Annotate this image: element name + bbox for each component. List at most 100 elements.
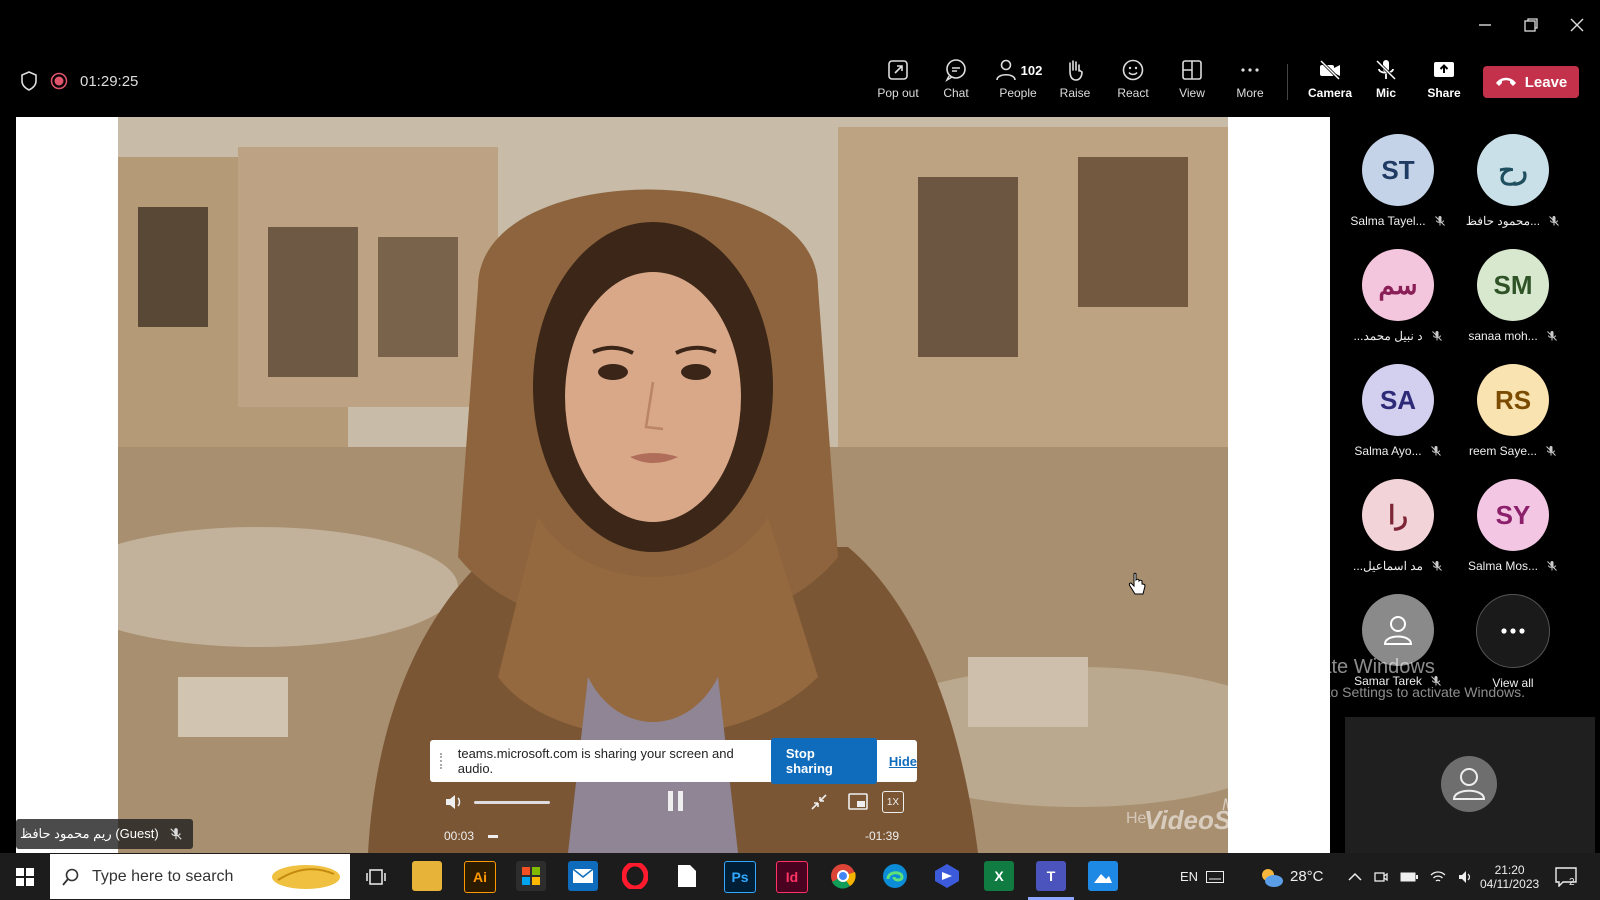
participant-name: ...د نبيل محمد	[1353, 329, 1423, 343]
excel-icon[interactable]: X	[984, 861, 1014, 891]
chevron-up-icon[interactable]	[1348, 872, 1362, 882]
presenter-name-tag: ريم محمود حافظ (Guest)	[16, 819, 193, 849]
avatar: را	[1362, 479, 1434, 551]
participant-name-row: reem Saye...	[1469, 444, 1557, 458]
toolbar-divider	[1287, 64, 1288, 100]
popout-button[interactable]: Pop out	[871, 58, 925, 100]
stop-sharing-button[interactable]: Stop sharing	[770, 738, 877, 784]
participant-tile[interactable]: SA Salma Ayo...	[1343, 364, 1453, 474]
camera-button[interactable]: Camera	[1300, 58, 1360, 100]
avatar: SM	[1477, 249, 1549, 321]
participant-name-row: ...مد اسماعيل	[1353, 559, 1443, 573]
task-view-icon[interactable]	[366, 867, 386, 887]
avatar: SA	[1362, 364, 1434, 436]
react-button[interactable]: React	[1106, 58, 1160, 100]
windows-start-icon[interactable]	[16, 868, 34, 886]
more-icon	[1501, 628, 1525, 634]
people-button[interactable]: 102 People	[988, 58, 1048, 100]
notification-count: 2	[1569, 877, 1575, 888]
edge-icon[interactable]	[880, 861, 910, 891]
wifi-icon[interactable]	[1430, 870, 1446, 884]
shield-icon	[21, 71, 37, 91]
participant-name-row: ...د نبيل محمد	[1353, 329, 1442, 343]
store-icon[interactable]	[516, 861, 546, 891]
participant-name-row: sanaa moh...	[1468, 329, 1557, 343]
participant-name: Salma Tayel...	[1350, 214, 1426, 228]
battery-icon[interactable]	[1400, 872, 1418, 882]
popout-icon	[888, 60, 908, 80]
self-preview-tile[interactable]	[1345, 717, 1595, 853]
restore-icon[interactable]	[1508, 10, 1554, 40]
view-button[interactable]: View	[1165, 58, 1219, 100]
avatar: ST	[1362, 134, 1434, 206]
mic-off-icon	[1549, 216, 1559, 226]
hide-banner-link[interactable]: Hide	[889, 754, 917, 769]
file-explorer-icon[interactable]	[412, 861, 442, 891]
participant-tile[interactable]: رح محمود حافظ...	[1458, 134, 1568, 244]
picture-in-picture-icon[interactable]	[848, 793, 868, 811]
participant-tile[interactable]: RS reem Saye...	[1458, 364, 1568, 474]
participant-tile[interactable]: SY Salma Mos...	[1458, 479, 1568, 589]
mic-off-icon	[1547, 561, 1557, 571]
camera-off-icon	[1319, 59, 1341, 81]
more-icon	[1241, 68, 1259, 72]
speaker-icon[interactable]	[1458, 870, 1474, 884]
mic-off-icon	[170, 828, 182, 840]
mic-off-icon	[1431, 331, 1442, 341]
taskbar-search-box[interactable]: Type here to search	[50, 854, 350, 899]
notifications-button[interactable]: 2	[1555, 853, 1577, 900]
close-icon[interactable]	[1554, 10, 1600, 40]
teams-icon[interactable]: T	[1036, 861, 1066, 891]
drag-handle-icon[interactable]	[440, 753, 448, 769]
raise-hand-button[interactable]: Raise	[1048, 58, 1102, 100]
indesign-icon[interactable]: Id	[776, 861, 808, 893]
system-tray-icons	[1348, 853, 1474, 900]
minimize-icon[interactable]	[1462, 10, 1508, 40]
participant-name: sanaa moh...	[1468, 329, 1538, 343]
document-icon[interactable]	[672, 861, 702, 891]
mic-button[interactable]: Mic	[1359, 58, 1413, 100]
share-screen-icon	[1434, 62, 1454, 77]
share-button[interactable]: Share	[1417, 58, 1471, 100]
participant-name: Salma Ayo...	[1354, 444, 1422, 458]
volume-icon[interactable]	[444, 793, 464, 811]
language-indicator[interactable]: EN	[1180, 853, 1225, 900]
avatar	[1476, 594, 1550, 668]
pause-icon[interactable]	[666, 789, 686, 813]
photoshop-icon[interactable]: Ps	[724, 861, 756, 893]
chat-button[interactable]: Chat	[929, 58, 983, 100]
mail-icon[interactable]	[568, 861, 598, 891]
clock-time: 21:20	[1494, 862, 1525, 877]
leave-button[interactable]: Leave	[1483, 66, 1579, 98]
more-button[interactable]: More	[1223, 58, 1277, 100]
shared-content-stage: ريم محمود حافظ (Guest) teams.microsoft.c…	[16, 117, 1330, 853]
participant-tile[interactable]: SM sanaa moh...	[1458, 249, 1568, 359]
playback-speed-button[interactable]: 1X	[882, 791, 904, 813]
chrome-icon[interactable]	[828, 861, 858, 891]
illustrator-icon[interactable]: Ai	[464, 861, 496, 893]
volume-slider[interactable]	[474, 801, 550, 804]
weather-widget[interactable]: 28°C	[1258, 853, 1324, 900]
app-icon-blue[interactable]	[932, 861, 962, 891]
keyboard-icon	[1206, 870, 1225, 883]
participant-name: Salma Mos...	[1467, 559, 1539, 573]
mic-off-icon	[1432, 561, 1442, 571]
collapse-icon[interactable]	[810, 793, 828, 811]
participant-name: ...مد اسماعيل	[1353, 559, 1423, 573]
video-player-controls: 1X 00:03 -01:39	[430, 785, 917, 849]
activate-windows-subtitle: Go to Settings to activate Windows.	[1304, 684, 1525, 700]
avatar: RS	[1477, 364, 1549, 436]
participant-tile[interactable]: را ...مد اسماعيل	[1343, 479, 1453, 589]
avatar: SY	[1477, 479, 1549, 551]
seek-bar[interactable]	[488, 835, 498, 838]
opera-icon[interactable]	[620, 861, 650, 891]
search-icon	[62, 868, 79, 886]
clock-date: 04/11/2023	[1480, 876, 1540, 891]
presenter-name: ريم محمود حافظ (Guest)	[20, 826, 159, 841]
meet-now-icon[interactable]	[1374, 870, 1388, 884]
clock[interactable]: 21:20 04/11/2023	[1480, 853, 1539, 900]
avatar-placeholder-icon	[1441, 756, 1497, 812]
participant-tile[interactable]: سم ...د نبيل محمد	[1343, 249, 1453, 359]
participant-tile[interactable]: ST Salma Tayel...	[1343, 134, 1453, 244]
photos-icon[interactable]	[1088, 861, 1118, 891]
